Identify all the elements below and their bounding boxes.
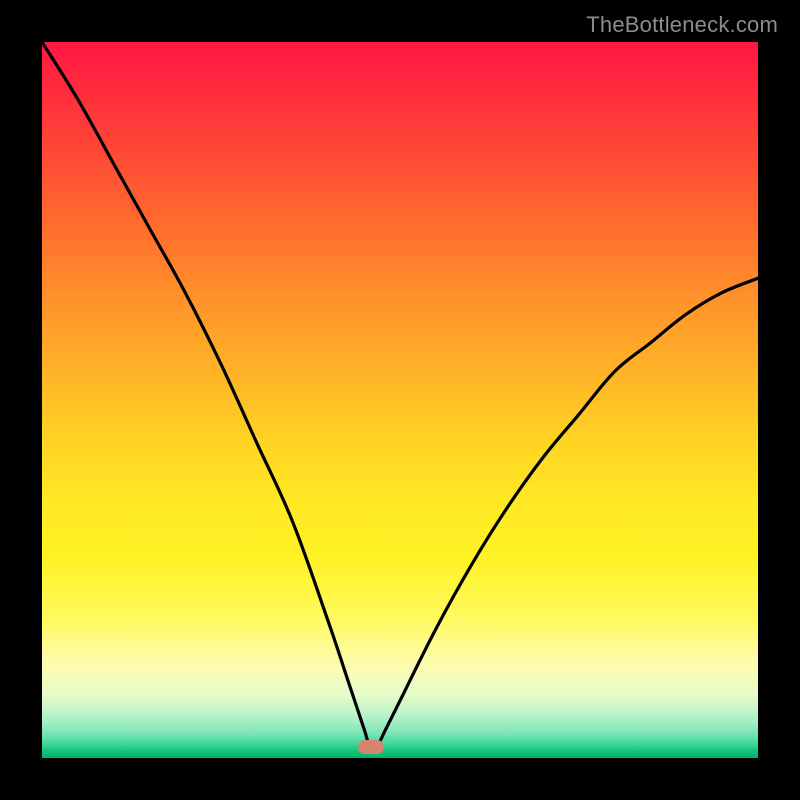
chart-frame: TheBottleneck.com [0,0,800,800]
watermark-text: TheBottleneck.com [586,12,778,38]
plot-area [42,42,758,758]
bottleneck-curve [42,42,758,758]
optimum-marker [358,740,384,754]
